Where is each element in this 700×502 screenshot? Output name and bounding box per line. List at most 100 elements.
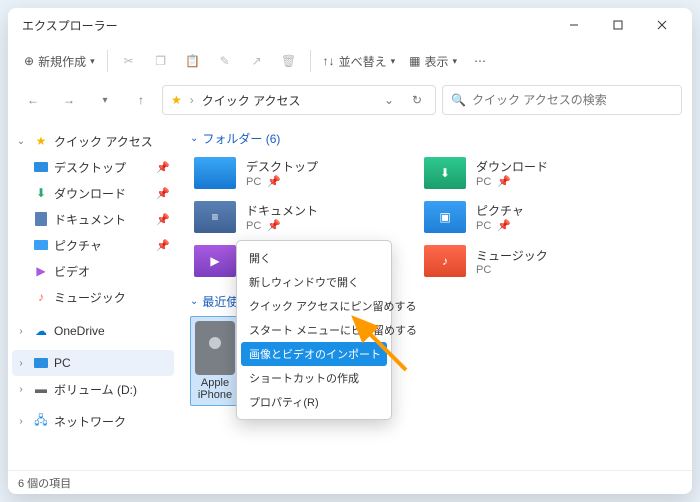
phone-icon bbox=[195, 321, 235, 375]
pc-icon bbox=[32, 354, 50, 372]
plus-icon: ⊕ bbox=[24, 54, 34, 68]
document-icon bbox=[32, 210, 50, 228]
document-folder-icon: ≡ bbox=[194, 201, 236, 233]
chevron-down-icon: ▾ bbox=[453, 56, 458, 67]
view-icon: ▦ bbox=[409, 54, 420, 68]
maximize-button[interactable] bbox=[596, 10, 640, 40]
desktop-icon bbox=[32, 158, 50, 176]
copy-button[interactable]: ❐ bbox=[146, 46, 176, 76]
sidebar-network[interactable]: › 🖧 ネットワーク bbox=[12, 408, 174, 434]
chevron-down-icon: ⌄ bbox=[190, 296, 198, 307]
sidebar-label: PC bbox=[54, 356, 170, 370]
menu-pin-quick[interactable]: クイック アクセスにピン留めする bbox=[241, 294, 387, 318]
rename-button[interactable]: ✎ bbox=[210, 46, 240, 76]
status-bar: 6 個の項目 bbox=[8, 470, 692, 494]
title-bar: エクスプローラー bbox=[8, 8, 692, 42]
cut-button[interactable]: ✂ bbox=[114, 46, 144, 76]
menu-pin-start[interactable]: スタート メニューにピン留めする bbox=[241, 318, 387, 342]
tile-pictures[interactable]: ▣ ピクチャPC📌 bbox=[420, 197, 640, 237]
forward-button[interactable]: → bbox=[54, 85, 84, 115]
sidebar-quick-access[interactable]: ⌄ ★ クイック アクセス bbox=[12, 128, 174, 154]
sidebar-label: ボリューム (D:) bbox=[54, 381, 170, 398]
sidebar-desktop[interactable]: デスクトップ 📌 bbox=[12, 154, 174, 180]
sidebar-pictures[interactable]: ピクチャ 📌 bbox=[12, 232, 174, 258]
chevron-down-icon[interactable]: ▾ bbox=[90, 85, 120, 115]
toolbar: ⊕ 新規作成 ▾ ✂ ❐ 📋 ✎ ↗ 🗑 ↑↓ 並べ替え ▾ ▦ 表示 ▾ ⋯ bbox=[8, 42, 692, 80]
sidebar-music[interactable]: ♪ ミュージック bbox=[12, 284, 174, 310]
view-button[interactable]: ▦ 表示 ▾ bbox=[403, 46, 463, 76]
close-button[interactable] bbox=[640, 10, 684, 40]
sidebar-label: OneDrive bbox=[54, 324, 170, 338]
up-button[interactable]: ↑ bbox=[126, 85, 156, 115]
pin-icon: 📌 bbox=[156, 187, 170, 200]
search-box[interactable]: 🔍 bbox=[442, 85, 682, 115]
sidebar-volume[interactable]: › ▬ ボリューム (D:) bbox=[12, 376, 174, 402]
desktop-folder-icon bbox=[194, 157, 236, 189]
menu-properties[interactable]: プロパティ(R) bbox=[241, 390, 387, 414]
item-count: 6 個の項目 bbox=[18, 475, 71, 491]
separator bbox=[107, 50, 108, 72]
chevron-down-icon[interactable]: ⌄ bbox=[379, 93, 399, 107]
tile-name: デスクトップ bbox=[246, 158, 318, 175]
trash-icon: 🗑 bbox=[281, 54, 296, 68]
sidebar-onedrive[interactable]: › ☁ OneDrive bbox=[12, 318, 174, 344]
new-button[interactable]: ⊕ 新規作成 ▾ bbox=[18, 46, 101, 76]
star-icon: ★ bbox=[171, 93, 182, 107]
sort-label: 並べ替え bbox=[339, 53, 387, 70]
video-folder-icon: ▶ bbox=[194, 245, 236, 277]
device-apple-iphone[interactable]: Apple iPhone bbox=[190, 316, 240, 406]
picture-icon bbox=[32, 236, 50, 254]
sidebar-documents[interactable]: ドキュメント 📌 bbox=[12, 206, 174, 232]
star-icon: ★ bbox=[32, 132, 50, 150]
chevron-right-icon: › bbox=[190, 93, 194, 107]
chevron-down-icon: ▾ bbox=[391, 56, 396, 67]
delete-button[interactable]: 🗑 bbox=[274, 46, 304, 76]
sidebar-label: ダウンロード bbox=[54, 185, 152, 202]
minimize-button[interactable] bbox=[552, 10, 596, 40]
menu-new-window[interactable]: 新しウィンドウで開く bbox=[241, 270, 387, 294]
explorer-window: エクスプローラー ⊕ 新規作成 ▾ ✂ ❐ 📋 ✎ ↗ 🗑 ↑↓ 並べ替え ▾ … bbox=[8, 8, 692, 494]
tile-documents[interactable]: ≡ ドキュメントPC📌 bbox=[190, 197, 410, 237]
group-label: フォルダー (6) bbox=[202, 130, 280, 147]
pin-icon: 📌 bbox=[267, 175, 281, 188]
download-folder-icon: ⬇ bbox=[424, 157, 466, 189]
pin-icon: 📌 bbox=[497, 219, 511, 232]
search-icon: 🔍 bbox=[451, 93, 466, 107]
search-input[interactable] bbox=[472, 93, 673, 107]
chevron-down-icon: ⌄ bbox=[14, 136, 28, 147]
tile-desktop[interactable]: デスクトップPC📌 bbox=[190, 153, 410, 193]
pin-icon: 📌 bbox=[156, 213, 170, 226]
pin-icon: 📌 bbox=[156, 161, 170, 174]
sidebar-videos[interactable]: ▶ ビデオ bbox=[12, 258, 174, 284]
refresh-button[interactable]: ↻ bbox=[407, 93, 427, 107]
nav-row: ← → ▾ ↑ ★ › クイック アクセス ⌄ ↻ 🔍 bbox=[8, 80, 692, 120]
sidebar-label: ビデオ bbox=[54, 263, 170, 280]
drive-icon: ▬ bbox=[32, 380, 50, 398]
sidebar-label: ドキュメント bbox=[54, 211, 152, 228]
tile-music[interactable]: ♪ ミュージックPC bbox=[420, 241, 640, 281]
back-button[interactable]: ← bbox=[18, 85, 48, 115]
tile-downloads[interactable]: ⬇ ダウンロードPC📌 bbox=[420, 153, 640, 193]
more-button[interactable]: ⋯ bbox=[465, 46, 495, 76]
tile-name: ピクチャ bbox=[476, 202, 524, 219]
sidebar-pc[interactable]: › PC bbox=[12, 350, 174, 376]
sidebar-label: ミュージック bbox=[54, 289, 170, 306]
address-bar[interactable]: ★ › クイック アクセス ⌄ ↻ bbox=[162, 85, 436, 115]
group-folders[interactable]: ⌄ フォルダー (6) bbox=[190, 130, 684, 147]
sidebar-downloads[interactable]: ⬇ ダウンロード 📌 bbox=[12, 180, 174, 206]
sidebar-label: ネットワーク bbox=[54, 413, 170, 430]
chevron-right-icon: › bbox=[14, 384, 28, 395]
sidebar-label: クイック アクセス bbox=[54, 133, 170, 150]
chevron-down-icon: ⌄ bbox=[190, 133, 198, 144]
menu-open[interactable]: 開く bbox=[241, 246, 387, 270]
chevron-right-icon: › bbox=[14, 416, 28, 427]
rename-icon: ✎ bbox=[220, 54, 230, 68]
path-text: クイック アクセス bbox=[202, 92, 371, 109]
share-button[interactable]: ↗ bbox=[242, 46, 272, 76]
menu-shortcut[interactable]: ショートカットの作成 bbox=[241, 366, 387, 390]
copy-icon: ❐ bbox=[155, 54, 166, 68]
paste-button[interactable]: 📋 bbox=[178, 46, 208, 76]
pin-icon: 📌 bbox=[497, 175, 511, 188]
menu-import[interactable]: 画像とビデオのインポート bbox=[241, 342, 387, 366]
sort-button[interactable]: ↑↓ 並べ替え ▾ bbox=[317, 46, 402, 76]
